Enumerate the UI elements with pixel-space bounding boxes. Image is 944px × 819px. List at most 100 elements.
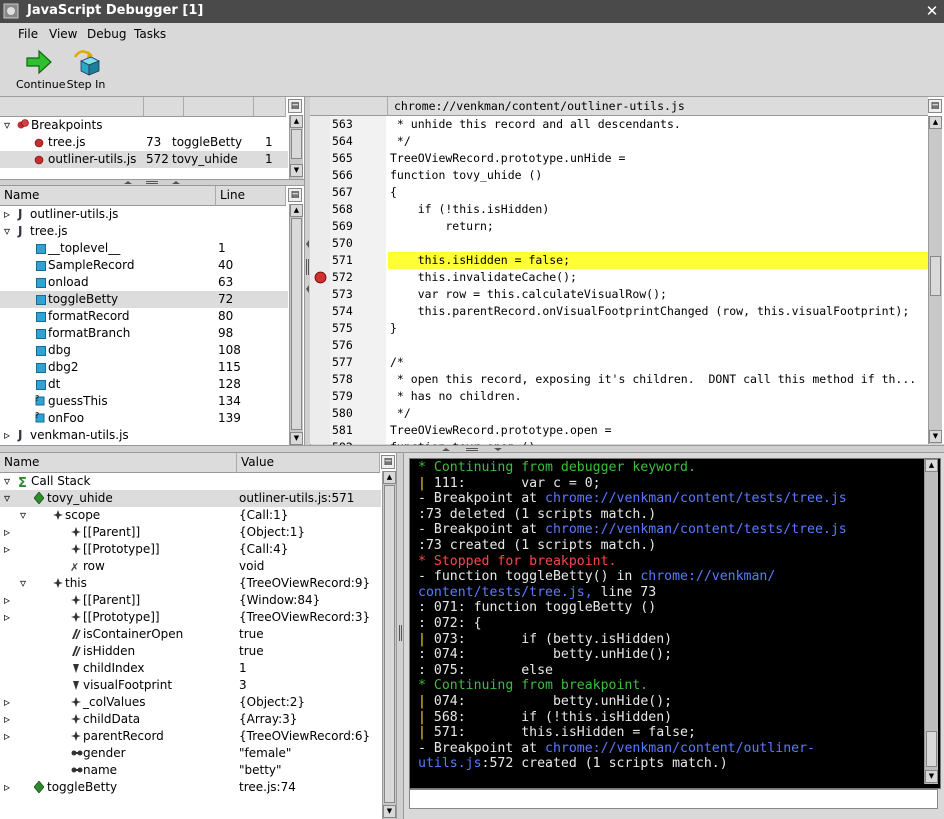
source-line[interactable]: 566 function tovy_uhide () (310, 167, 930, 184)
twisty-open-icon[interactable]: ▿ (20, 576, 26, 590)
stack-row[interactable]: isHidden true (0, 643, 381, 660)
twisty-closed-icon[interactable]: ▹ (4, 610, 10, 624)
script-function-row[interactable]: dt 128 (0, 376, 288, 393)
breakpoint-row[interactable]: outliner-utils.js 572 tovy_uhide 1 (0, 151, 288, 168)
scroll-up-icon[interactable]: ▲ (929, 116, 942, 129)
menu-file[interactable]: File (18, 27, 38, 41)
scroll-thumb[interactable] (930, 256, 941, 296)
breakpoints-scrollbar[interactable]: ▲ ▼ (289, 115, 303, 179)
stack-col-value[interactable]: Value (237, 453, 380, 473)
twisty-closed-icon[interactable]: ▹ (4, 525, 10, 539)
scroll-up-icon[interactable]: ▲ (383, 471, 396, 484)
close-window-icon[interactable]: ✕ (924, 3, 940, 19)
stack-row[interactable]: ▹ [[Parent]] {Object:1} (0, 524, 381, 541)
column-picker-icon[interactable]: ▤ (928, 99, 942, 113)
source-line[interactable]: 565 TreeOViewRecord.prototype.unHide = (310, 150, 930, 167)
scroll-thumb[interactable] (384, 485, 395, 803)
continue-button[interactable]: Continue (16, 47, 65, 91)
stack-row[interactable]: childIndex 1 (0, 660, 381, 677)
breakpoints-col-1[interactable] (0, 97, 144, 117)
source-line[interactable]: 570 (310, 235, 930, 252)
twisty-open-icon[interactable]: ▿ (4, 491, 10, 505)
script-function-row[interactable]: ? guessThis 134 (0, 393, 288, 410)
twisty-closed-icon[interactable]: ▹ (4, 712, 10, 726)
script-file-row[interactable]: ▿ Jtree.js (0, 223, 288, 240)
splitter-horizontal[interactable] (0, 179, 304, 186)
splitter-vertical[interactable] (396, 453, 404, 819)
stack-row[interactable]: ▹ childData {Array:3} (0, 711, 381, 728)
console-output[interactable]: * Continuing from debugger keyword. | 111… (410, 459, 938, 784)
breakpoints-root[interactable]: ▿ Breakpoints (0, 117, 288, 134)
script-function-row[interactable]: dbg 108 (0, 342, 288, 359)
source-scrollbar[interactable]: ▲ ▼ (928, 116, 942, 444)
source-line[interactable]: 574 this.parentRecord.onVisualFootprintC… (310, 303, 930, 320)
script-function-row[interactable]: formatRecord 80 (0, 308, 288, 325)
scroll-down-icon[interactable]: ▼ (925, 770, 938, 783)
stack-row[interactable]: gender "female" (0, 745, 381, 762)
twisty-open-icon[interactable]: ▿ (4, 224, 10, 238)
step-in-button[interactable]: Step In (66, 47, 106, 91)
stack-row[interactable]: ▿ this {TreeOViewRecord:9} (0, 575, 381, 592)
script-function-row[interactable]: formatBranch 98 (0, 325, 288, 342)
script-function-row[interactable]: onload 63 (0, 274, 288, 291)
column-picker-icon[interactable]: ▤ (288, 188, 302, 202)
source-line[interactable]: 578 * open this record, exposing it's ch… (310, 371, 930, 388)
twisty-open-icon[interactable]: ▿ (20, 508, 26, 522)
breakpoints-col-2[interactable] (144, 97, 184, 117)
source-line[interactable]: 569 return; (310, 218, 930, 235)
stack-row[interactable]: ▹ [[Prototype]] {Call:4} (0, 541, 381, 558)
stack-scrollbar[interactable]: ▲ ▼ (382, 471, 396, 819)
scroll-thumb[interactable] (291, 129, 302, 159)
stack-row[interactable]: ▿ Σ Call Stack (0, 473, 381, 491)
twisty-open-icon[interactable]: ▿ (4, 474, 10, 488)
breakpoint-marker-icon[interactable] (314, 271, 327, 287)
script-function-row[interactable]: toggleBetty 72 (0, 291, 288, 308)
breakpoint-row[interactable]: tree.js 73 toggleBetty 1 (0, 134, 288, 151)
source-line[interactable]: 575} (310, 320, 930, 337)
stack-row[interactable]: ▹ _colValues {Object:2} (0, 694, 381, 711)
twisty-closed-icon[interactable]: ▹ (4, 780, 10, 794)
column-picker-icon[interactable]: ▤ (288, 99, 302, 113)
source-line[interactable]: 573 var row = this.calculateVisualRow(); (310, 286, 930, 303)
breakpoints-col-3[interactable] (184, 97, 254, 117)
script-function-row[interactable]: dbg2 115 (0, 359, 288, 376)
stack-row[interactable]: ▹ [[Parent]] {Window:84} (0, 592, 381, 609)
source-line[interactable]: 563 * unhide this record and all descend… (310, 116, 930, 133)
console-link[interactable]: content/tests/tree.js, (418, 585, 593, 600)
twisty-closed-icon[interactable]: ▹ (4, 729, 10, 743)
console-link[interactable]: chrome://venkman/content/tests/tree.js (545, 491, 847, 506)
stack-row[interactable]: visualFootprint 3 (0, 677, 381, 694)
scroll-thumb[interactable] (926, 731, 937, 767)
menu-tasks[interactable]: Tasks (134, 27, 166, 41)
script-file-row[interactable]: ▹ Joutliner-utils.js (0, 206, 288, 223)
source-line[interactable]: 579 * has no children. (310, 388, 930, 405)
twisty-closed-icon[interactable]: ▹ (4, 695, 10, 709)
twisty-open-icon[interactable]: ▿ (4, 118, 10, 132)
scripts-scrollbar[interactable]: ▲ ▼ (289, 204, 303, 445)
twisty-closed-icon[interactable]: ▹ (4, 542, 10, 556)
source-line[interactable]: 581 TreeOViewRecord.prototype.open = (310, 422, 930, 439)
stack-row[interactable]: ▹ toggleBetty tree.js:74 (0, 779, 381, 796)
stack-row[interactable]: ▹ [[Prototype]] {TreeOViewRecord:3} (0, 609, 381, 626)
console-scrollbar[interactable]: ▲ ▼ (924, 459, 938, 784)
stack-row[interactable]: ▿ scope {Call:1} (0, 507, 381, 524)
script-file-row[interactable]: ▹ Jvenkman-utils.js (0, 427, 288, 444)
scroll-down-icon[interactable]: ▼ (383, 805, 396, 818)
scripts-col-line[interactable]: Line (216, 186, 286, 206)
console-input[interactable] (409, 789, 938, 809)
twisty-closed-icon[interactable]: ▹ (4, 428, 10, 442)
script-function-row[interactable]: SampleRecord 40 (0, 257, 288, 274)
stack-col-name[interactable]: Name (0, 453, 237, 473)
splitter-horizontal[interactable] (0, 445, 944, 453)
script-function-row[interactable]: __toplevel__ 1 (0, 240, 288, 257)
stack-row[interactable]: ✗ row void (0, 558, 381, 575)
scripts-col-name[interactable]: Name (0, 186, 216, 206)
stack-row[interactable]: isContainerOpen true (0, 626, 381, 643)
column-picker-icon[interactable]: ▤ (381, 455, 395, 469)
menu-view[interactable]: View (49, 27, 77, 41)
menu-debug[interactable]: Debug (87, 27, 126, 41)
source-line[interactable]: 577 /* (310, 354, 930, 371)
source-line[interactable]: 568 if (!this.isHidden) (310, 201, 930, 218)
console-link[interactable]: utils.js (418, 756, 482, 771)
twisty-closed-icon[interactable]: ▹ (4, 593, 10, 607)
